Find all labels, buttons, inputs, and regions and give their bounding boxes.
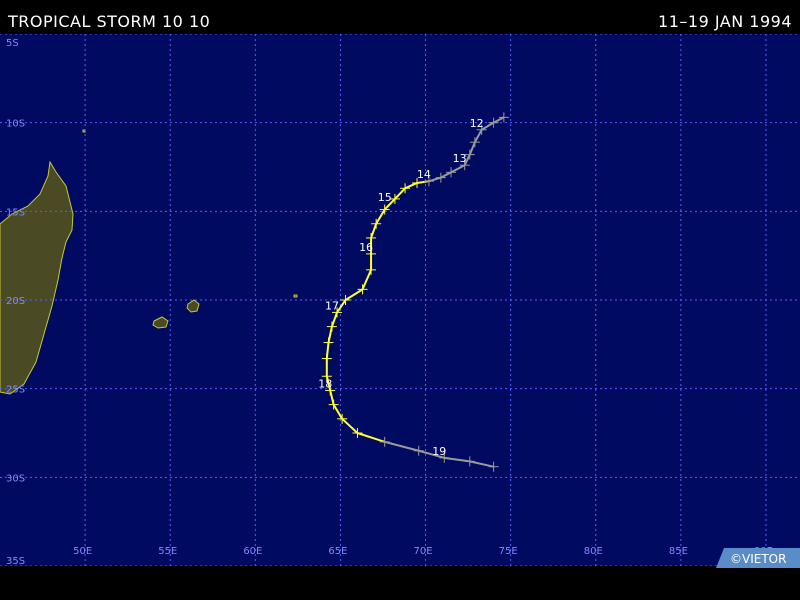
storm-dates: 11–19 JAN 1994 (658, 12, 792, 31)
day-label: 13 (453, 152, 467, 165)
copyright-badge: ©VIETOR (716, 548, 800, 568)
bottom-bar (0, 566, 800, 600)
day-label: 17 (325, 299, 339, 312)
latitude-label: 30S (6, 473, 25, 484)
latitude-label: 20S (6, 296, 25, 307)
longitude-label: 75E (499, 546, 518, 557)
longitude-label: 50E (73, 546, 92, 557)
day-label: 14 (417, 168, 431, 181)
latitude-label: 35S (6, 556, 25, 566)
day-label: 12 (470, 117, 484, 130)
latitude-label: 10S (6, 119, 25, 130)
longitude-label: 60E (243, 546, 262, 557)
title-bar: TROPICAL STORM 10 10 11–19 JAN 1994 (0, 0, 800, 34)
longitude-label: 55E (158, 546, 177, 557)
day-label: 18 (318, 377, 332, 390)
track-map: 50E55E60E65E70E75E80E85E90E5S10S15S20S25… (0, 34, 800, 566)
day-label: 19 (432, 445, 446, 458)
longitude-label: 80E (584, 546, 603, 557)
latitude-label: 15S (6, 207, 25, 218)
latitude-label: 5S (6, 38, 19, 49)
longitude-label: 65E (328, 546, 347, 557)
day-label: 16 (359, 241, 373, 254)
longitude-label: 85E (669, 546, 688, 557)
latitude-label: 25S (6, 385, 25, 396)
small-island (293, 294, 298, 298)
storm-name: TROPICAL STORM 10 10 (8, 12, 211, 31)
day-label: 15 (378, 191, 392, 204)
copyright-text: ©VIETOR (730, 552, 786, 566)
longitude-label: 70E (414, 546, 433, 557)
